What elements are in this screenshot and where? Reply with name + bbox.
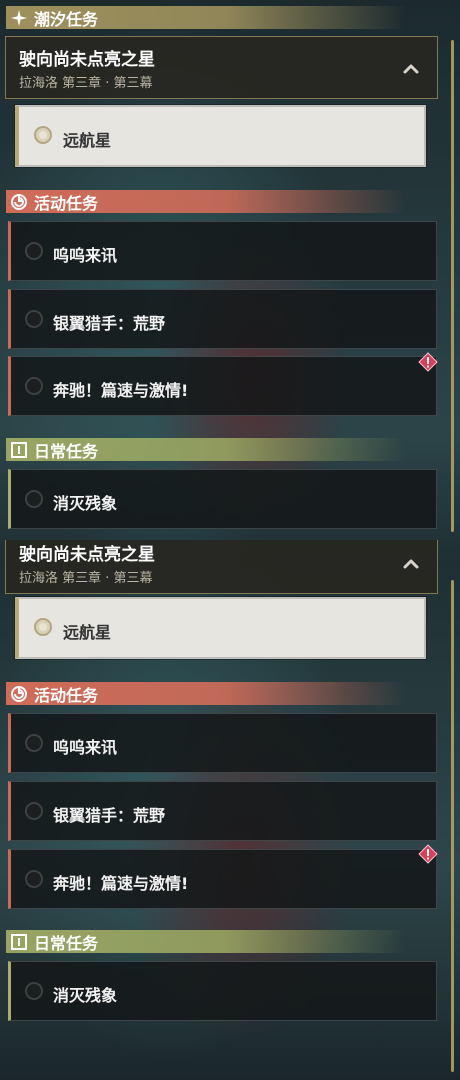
event-quest-icon xyxy=(10,193,28,211)
event-quest-header: 活动任务 xyxy=(6,682,406,705)
scrollbar[interactable] xyxy=(451,580,454,1072)
quest-radio-icon xyxy=(25,734,43,752)
quest-label: 消灭残象 xyxy=(53,494,118,513)
event-quest-icon xyxy=(10,685,28,703)
tide-quest-title: 潮汐任务 xyxy=(34,9,99,29)
quest-radio-icon xyxy=(25,242,43,260)
scrollbar[interactable] xyxy=(451,40,454,532)
quest-label: 消灭残象 xyxy=(53,986,118,1005)
main-quest-title: 驶向尚未点亮之星 xyxy=(19,50,155,70)
chevron-up-icon[interactable] xyxy=(401,59,421,79)
quest-objective[interactable]: 远航星 xyxy=(15,105,426,167)
sparkle-icon xyxy=(10,9,28,27)
daily-quest-row[interactable]: 消灭残象 xyxy=(8,961,437,1021)
event-quest-row[interactable]: 奔驰！篇速与激情! xyxy=(8,849,437,909)
main-quest-subtitle: 拉海洛 第三章 · 第三幕 xyxy=(19,571,153,586)
daily-quest-title: 日常任务 xyxy=(34,933,99,953)
main-quest-title: 驶向尚未点亮之星 xyxy=(19,545,155,565)
quest-label: 呜呜来讯 xyxy=(53,738,118,757)
main-quest-card[interactable]: 驶向尚未点亮之星 拉海洛 第三章 · 第三幕 xyxy=(5,540,438,594)
alert-icon xyxy=(418,352,438,372)
daily-quest-icon xyxy=(10,441,28,459)
quest-tracker-panel: 潮汐任务 驶向尚未点亮之星 拉海洛 第三章 · 第三幕 远航星 活动任务 呜呜来… xyxy=(0,0,460,540)
main-quest-card[interactable]: 驶向尚未点亮之星 拉海洛 第三章 · 第三幕 xyxy=(5,36,438,99)
event-quest-row[interactable]: 银翼猎手：荒野 xyxy=(8,781,437,841)
daily-quest-icon xyxy=(10,933,28,951)
event-quest-header: 活动任务 xyxy=(6,190,406,213)
quest-label: 奔驰！篇速与激情! xyxy=(53,874,189,893)
alert-icon xyxy=(418,844,438,864)
daily-quest-header: 日常任务 xyxy=(6,438,406,461)
quest-radio-icon xyxy=(25,982,43,1000)
event-quest-row[interactable]: 奔驰！篇速与激情! xyxy=(8,356,437,416)
quest-tracker-panel-scrolled: 驶向尚未点亮之星 拉海洛 第三章 · 第三幕 远航星 活动任务 呜呜来讯 银翼猎… xyxy=(0,540,460,1080)
quest-radio-icon xyxy=(25,870,43,888)
tide-quest-header: 潮汐任务 xyxy=(6,6,406,29)
daily-quest-row[interactable]: 消灭残象 xyxy=(8,469,437,529)
quest-radio-icon xyxy=(25,377,43,395)
event-quest-row[interactable]: 呜呜来讯 xyxy=(8,713,437,773)
quest-radio-icon xyxy=(25,802,43,820)
quest-radio-icon xyxy=(25,310,43,328)
objective-radio-icon xyxy=(34,618,52,636)
objective-label: 远航星 xyxy=(63,131,112,150)
chevron-up-icon[interactable] xyxy=(401,554,421,574)
daily-quest-header: 日常任务 xyxy=(6,930,406,953)
quest-radio-icon xyxy=(25,490,43,508)
main-quest-subtitle: 拉海洛 第三章 · 第三幕 xyxy=(19,76,153,91)
event-quest-title: 活动任务 xyxy=(34,193,99,213)
quest-objective[interactable]: 远航星 xyxy=(15,597,426,659)
daily-quest-title: 日常任务 xyxy=(34,441,99,461)
objective-radio-icon xyxy=(34,126,52,144)
quest-label: 奔驰！篇速与激情! xyxy=(53,381,189,400)
event-quest-row[interactable]: 呜呜来讯 xyxy=(8,221,437,281)
event-quest-title: 活动任务 xyxy=(34,685,99,705)
event-quest-row[interactable]: 银翼猎手：荒野 xyxy=(8,289,437,349)
quest-label: 银翼猎手：荒野 xyxy=(53,314,166,333)
objective-label: 远航星 xyxy=(63,623,112,642)
quest-label: 呜呜来讯 xyxy=(53,246,118,265)
quest-label: 银翼猎手：荒野 xyxy=(53,806,166,825)
